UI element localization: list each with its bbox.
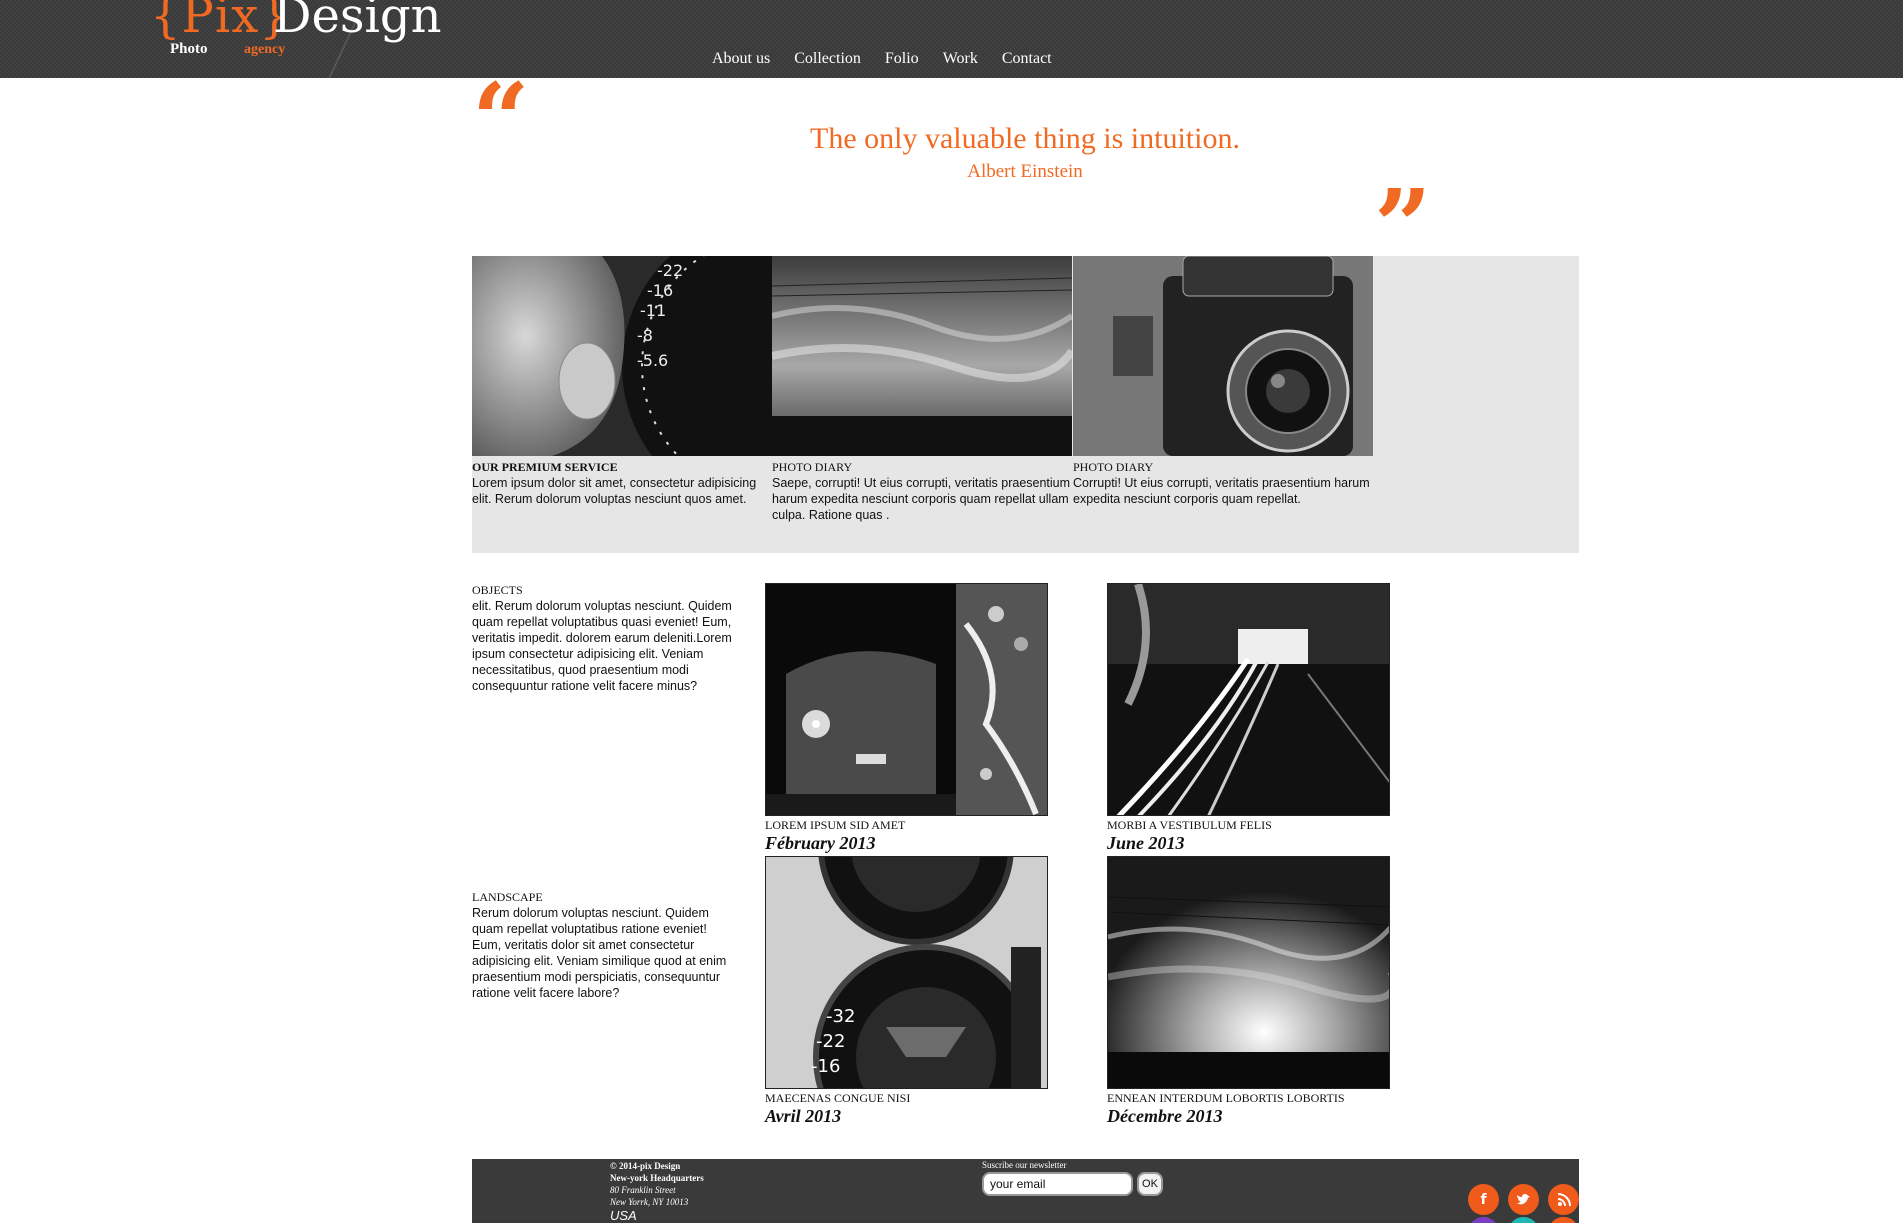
site-header: {Pix} Design Photo agency About us Colle… xyxy=(0,0,1903,95)
newsletter-label: Suscribe our newsletter xyxy=(982,1160,1067,1170)
camera-lens-image[interactable]: -22 -16 -11 -8 -5.6 xyxy=(472,256,772,456)
social-icon-teal[interactable] xyxy=(1508,1217,1539,1223)
vintage-camera-image[interactable] xyxy=(1073,256,1373,456)
svg-text:-8: -8 xyxy=(637,326,653,345)
hq-label: New-york Headquarters xyxy=(610,1173,704,1183)
section-heading: LANDSCAPE xyxy=(472,890,543,904)
feature-body: Corrupti! Ut eius corrupti, veritatis pr… xyxy=(1073,476,1370,506)
gallery-date: Décembre 2013 xyxy=(1107,1106,1223,1126)
svg-text:-32: -32 xyxy=(826,1006,855,1027)
newsletter-email-input[interactable] xyxy=(982,1172,1133,1196)
copyright-text: © 2014-pix Design xyxy=(610,1161,681,1171)
feature-body: Lorem ipsum dolor sit amet, consectetur … xyxy=(472,476,757,506)
country-text: USA xyxy=(610,1208,637,1223)
sunset-sky-image[interactable] xyxy=(1107,856,1390,1089)
feature-photo-diary-1: PHOTO DIARY Saepe, corrupti! Ut eius cor… xyxy=(772,256,1072,523)
logo-agency: agency xyxy=(244,42,286,57)
nav-folio[interactable]: Folio xyxy=(873,50,931,68)
logo-photo: Photo xyxy=(170,41,208,57)
social-icon-orange[interactable] xyxy=(1548,1217,1579,1223)
light-trails-image[interactable] xyxy=(1107,583,1390,816)
night-building-image[interactable] xyxy=(765,583,1048,816)
nav-collection[interactable]: Collection xyxy=(782,50,873,68)
section-body: elit. Rerum dolorum voluptas nesciunt. Q… xyxy=(472,599,732,693)
section-body: Rerum dolorum voluptas nesciunt. Quidem … xyxy=(472,906,727,1000)
rss-icon[interactable] xyxy=(1548,1184,1579,1215)
nav-contact[interactable]: Contact xyxy=(990,50,1064,68)
feature-body: Saepe, corrupti! Ut eius corrupti, verit… xyxy=(772,476,1071,522)
social-links-row-2 xyxy=(1468,1217,1579,1223)
social-icon-purple[interactable] xyxy=(1468,1217,1499,1223)
svg-text:-22: -22 xyxy=(657,261,683,280)
newsletter-ok-button[interactable]: OK xyxy=(1137,1172,1163,1196)
svg-text:-16: -16 xyxy=(647,281,673,300)
quote-text: The only valuable thing is intuition. xyxy=(810,122,1240,155)
svg-text:-11: -11 xyxy=(640,301,666,320)
section-objects: OBJECTS elit. Rerum dolorum voluptas nes… xyxy=(472,583,732,694)
gallery-date: June 2013 xyxy=(1107,833,1185,853)
svg-text:-22: -22 xyxy=(816,1031,845,1052)
nav-about-us[interactable]: About us xyxy=(700,50,782,68)
gallery-item: LOREM IPSUM SID AMET Fébruary 2013 xyxy=(765,583,1048,854)
cloudy-sky-image[interactable] xyxy=(772,256,1072,456)
svg-text:-5.6: -5.6 xyxy=(637,351,668,370)
facebook-icon[interactable]: f xyxy=(1468,1184,1499,1215)
svg-text:-16: -16 xyxy=(811,1056,840,1077)
gallery-caption: MAECENAS CONGUE NISI xyxy=(765,1091,911,1105)
city-address: New Yorrk, NY 10013 xyxy=(610,1197,689,1207)
gallery-caption: ENNEAN INTERDUM LOBORTIS LOBORTIS xyxy=(1107,1091,1345,1105)
twin-lens-camera-image[interactable]: -32 -22 -16 xyxy=(765,856,1048,1089)
twitter-icon[interactable] xyxy=(1508,1184,1539,1215)
features-band: -22 -16 -11 -8 -5.6 OUR PREMIUM SERVICE … xyxy=(472,256,1579,553)
gallery-item: ENNEAN INTERDUM LOBORTIS LOBORTIS Décemb… xyxy=(1107,856,1390,1127)
gallery-date: Fébruary 2013 xyxy=(765,833,876,853)
gallery-item: MORBI A VESTIBULUM FELIS June 2013 xyxy=(1107,583,1390,854)
feature-title: PHOTO DIARY xyxy=(1073,460,1154,474)
gallery-caption: LOREM IPSUM SID AMET xyxy=(765,818,906,832)
social-links: f xyxy=(1468,1184,1579,1215)
nav-work[interactable]: Work xyxy=(931,50,990,68)
logo[interactable]: {Pix} Design Photo agency xyxy=(150,0,450,95)
site-footer: © 2014-pix Design New-york Headquarters … xyxy=(472,1159,1579,1223)
logo-design: Design xyxy=(273,0,442,44)
section-heading: OBJECTS xyxy=(472,583,523,597)
section-landscape: LANDSCAPE Rerum dolorum voluptas nesciun… xyxy=(472,890,732,1001)
feature-title: PHOTO DIARY xyxy=(772,460,853,474)
gallery-date: Avril 2013 xyxy=(765,1106,842,1126)
logo-pix: {Pix} xyxy=(150,0,291,44)
newsletter-form: Suscribe our newsletter OK xyxy=(982,1160,1163,1196)
feature-photo-diary-2: PHOTO DIARY Corrupti! Ut eius corrupti, … xyxy=(1073,256,1373,507)
feature-premium-service: -22 -16 -11 -8 -5.6 OUR PREMIUM SERVICE … xyxy=(472,256,772,507)
feature-title: OUR PREMIUM SERVICE xyxy=(472,460,618,474)
gallery-item: -32 -22 -16 MAECENAS CONGUE NISI Avril 2… xyxy=(765,856,1048,1127)
main-nav: About us Collection Folio Work Contact xyxy=(700,50,1064,68)
footer-address: © 2014-pix Design New-york Headquarters … xyxy=(610,1160,704,1223)
street-address: 80 Franklin Street xyxy=(610,1185,676,1195)
gallery-caption: MORBI A VESTIBULUM FELIS xyxy=(1107,818,1272,832)
